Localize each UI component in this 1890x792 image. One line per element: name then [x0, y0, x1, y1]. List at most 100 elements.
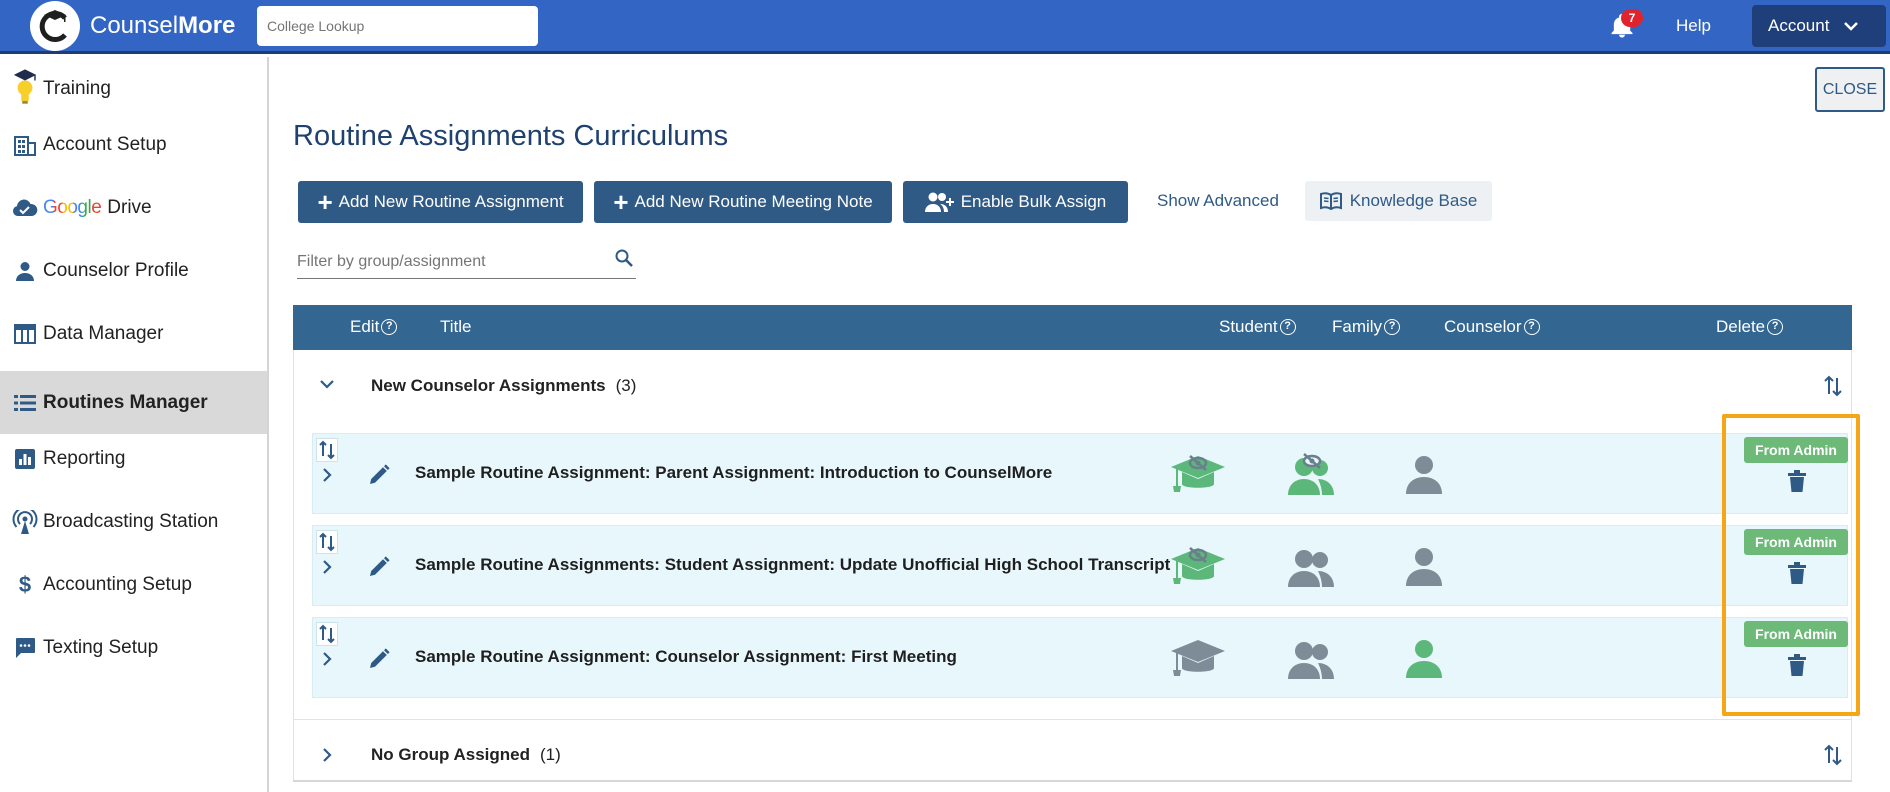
row-title[interactable]: Sample Routine Assignments: Student Assi…: [415, 555, 1170, 575]
sidebar-item-account-setup[interactable]: Account Setup: [0, 113, 267, 176]
chevron-right-icon[interactable]: [321, 559, 333, 575]
college-lookup-input[interactable]: [257, 6, 538, 46]
users-plus-icon: [924, 192, 954, 212]
chevron-down-icon: [1844, 22, 1859, 31]
sidebar-item-label: Data Manager: [43, 322, 164, 344]
sidebar-item-label: Account Setup: [43, 133, 167, 155]
counselor-icon[interactable]: [1394, 450, 1454, 498]
sidebar-item-broadcasting-station[interactable]: Broadcasting Station: [0, 490, 267, 553]
lightbulb-graduate-icon: [12, 68, 38, 104]
broadcast-icon: [12, 509, 38, 535]
graduation-cap-icon[interactable]: [1168, 634, 1228, 682]
help-circle-icon[interactable]: ?: [1279, 319, 1296, 335]
from-admin-badge: From Admin: [1744, 621, 1848, 647]
book-open-icon: [1319, 192, 1342, 210]
sidebar-item-counselor-profile[interactable]: Counselor Profile: [0, 239, 267, 302]
graduation-cap-hidden-icon[interactable]: [1168, 450, 1228, 498]
sidebar: Training Account Setup Google Drive Coun…: [0, 57, 269, 792]
add-routine-assignment-button[interactable]: + Add New Routine Assignment: [298, 181, 583, 223]
counselor-icon[interactable]: [1394, 542, 1454, 590]
show-advanced-link[interactable]: Show Advanced: [1157, 191, 1279, 211]
pencil-icon[interactable]: [368, 464, 390, 486]
filter-input[interactable]: [297, 250, 597, 274]
close-button[interactable]: CLOSE: [1815, 67, 1885, 112]
sidebar-item-google-drive[interactable]: Google Drive: [0, 176, 267, 239]
building-icon: [12, 132, 38, 158]
table-row: Sample Routine Assignment: Parent Assign…: [312, 433, 1848, 514]
graduation-cap-hidden-icon[interactable]: [1168, 542, 1228, 590]
sidebar-item-texting-setup[interactable]: Texting Setup: [0, 616, 267, 679]
filter-field: [297, 244, 636, 279]
from-admin-badge: From Admin: [1744, 437, 1848, 463]
column-student: Student?: [1219, 317, 1296, 337]
sidebar-item-label: Drive: [107, 196, 152, 218]
trash-icon[interactable]: [1788, 470, 1806, 492]
sidebar-item-data-manager[interactable]: Data Manager: [0, 302, 267, 365]
table-row: Sample Routine Assignment: Counselor Ass…: [312, 617, 1848, 698]
page-title: Routine Assignments Curriculums: [293, 120, 729, 152]
column-title: Title: [440, 317, 472, 336]
group-title: No Group Assigned (1): [371, 744, 561, 764]
sidebar-item-label: Broadcasting Station: [43, 510, 219, 532]
search-icon[interactable]: [614, 248, 634, 268]
column-edit: Edit?: [350, 317, 398, 337]
table-icon: [12, 321, 38, 347]
help-circle-icon[interactable]: ?: [1384, 319, 1401, 335]
family-hidden-icon[interactable]: [1282, 450, 1342, 498]
person-icon: [12, 258, 38, 284]
chevron-right-icon[interactable]: [321, 467, 333, 483]
sidebar-item-accounting-setup[interactable]: $ Accounting Setup: [0, 553, 267, 616]
knowledge-base-button[interactable]: Knowledge Base: [1305, 181, 1492, 221]
dollar-icon: $: [18, 571, 32, 597]
group-header[interactable]: New Counselor Assignments (3): [293, 351, 1852, 421]
help-circle-icon[interactable]: ?: [1767, 319, 1784, 335]
family-icon[interactable]: [1282, 634, 1342, 682]
column-counselor: Counselor?: [1444, 317, 1540, 337]
account-label: Account: [1768, 16, 1830, 35]
sort-arrows-icon[interactable]: [316, 622, 338, 646]
table-header: Edit? Title Student? Family? Counselor? …: [293, 305, 1852, 350]
chat-icon: [12, 635, 38, 661]
family-icon[interactable]: [1282, 542, 1342, 590]
group-header[interactable]: No Group Assigned (1): [293, 719, 1852, 789]
google-wordmark: Google: [43, 196, 102, 218]
top-bar: CounselMore 7 Help Account: [0, 0, 1890, 54]
pencil-icon[interactable]: [368, 556, 390, 578]
plus-icon: +: [613, 187, 629, 217]
sidebar-item-label: Counselor Profile: [43, 259, 189, 281]
chevron-right-icon[interactable]: [321, 747, 333, 763]
sort-arrows-icon[interactable]: [1823, 744, 1843, 766]
sidebar-item-reporting[interactable]: Reporting: [0, 427, 267, 490]
counselor-active-icon[interactable]: [1394, 634, 1454, 682]
chevron-down-icon[interactable]: [319, 378, 335, 390]
group-title: New Counselor Assignments (3): [371, 376, 637, 395]
sidebar-item-routines-manager[interactable]: Routines Manager: [0, 371, 267, 434]
row-title[interactable]: Sample Routine Assignment: Counselor Ass…: [415, 647, 957, 667]
trash-icon[interactable]: [1788, 654, 1806, 676]
cloud-check-icon: [12, 195, 38, 221]
pencil-icon[interactable]: [368, 648, 390, 670]
sort-arrows-icon[interactable]: [1823, 375, 1843, 397]
notification-count-badge: 7: [1621, 9, 1643, 27]
sidebar-item-label: Reporting: [43, 447, 126, 469]
help-circle-icon[interactable]: ?: [1523, 319, 1540, 335]
sidebar-item-label: Texting Setup: [43, 636, 159, 658]
enable-bulk-assign-button[interactable]: Enable Bulk Assign: [903, 181, 1128, 223]
row-title[interactable]: Sample Routine Assignment: Parent Assign…: [415, 463, 1052, 483]
sort-arrows-icon[interactable]: [316, 438, 338, 462]
counselmore-logo[interactable]: [30, 1, 80, 51]
sidebar-item-training[interactable]: Training: [0, 57, 267, 120]
help-link[interactable]: Help: [1676, 16, 1711, 36]
chevron-right-icon[interactable]: [321, 651, 333, 667]
column-delete: Delete?: [1716, 317, 1784, 337]
table-row: Sample Routine Assignments: Student Assi…: [312, 525, 1848, 606]
account-menu-button[interactable]: Account: [1752, 5, 1886, 47]
column-family: Family?: [1332, 317, 1401, 337]
sort-arrows-icon[interactable]: [316, 530, 338, 554]
sidebar-item-label: Routines Manager: [43, 391, 208, 413]
trash-icon[interactable]: [1788, 562, 1806, 584]
help-circle-icon[interactable]: ?: [381, 319, 398, 335]
add-routine-meeting-note-button[interactable]: + Add New Routine Meeting Note: [594, 181, 892, 223]
table-bottom-border: [293, 780, 1852, 782]
sidebar-item-label: Accounting Setup: [43, 573, 192, 595]
